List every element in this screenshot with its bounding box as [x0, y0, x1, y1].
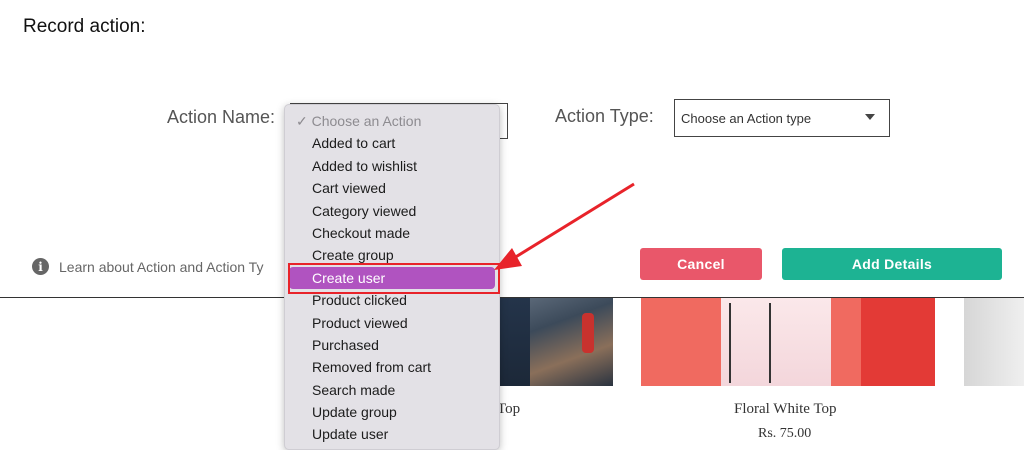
arrow-shaft [513, 182, 635, 260]
arrow-head [494, 248, 522, 270]
annotation-arrow [494, 182, 635, 270]
